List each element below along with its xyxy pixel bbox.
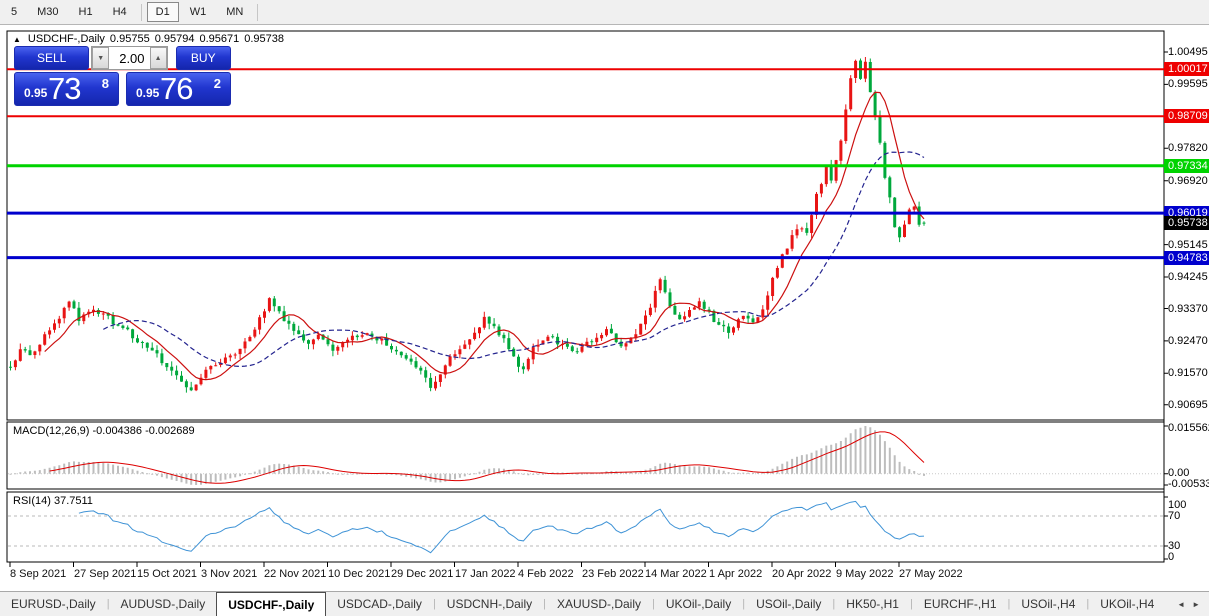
chart-tab-xauusd-daily[interactable]: XAUUSD-,Daily: [546, 592, 652, 616]
chart-tab-usdcad-daily[interactable]: USDCAD-,Daily: [326, 592, 433, 616]
bid-prefix: 0.95: [24, 86, 47, 100]
chart-tab-bar: EURUSD-,Daily|AUDUSD-,DailyUSDCHF-,Daily…: [0, 591, 1209, 616]
price-tick-label: 0.96920: [1168, 175, 1208, 187]
chart-tab-usoil-daily[interactable]: USOil-,Daily: [745, 592, 832, 616]
chart-tab-usdcnh-daily[interactable]: USDCNH-,Daily: [436, 592, 543, 616]
tab-scroll-left-icon[interactable]: ◄: [1177, 600, 1185, 609]
price-tick-label: 0.99595: [1168, 78, 1208, 90]
macd-scale-max: 0.015562: [1168, 422, 1209, 434]
date-tick-label: 27 May 2022: [899, 568, 963, 580]
volume-stepper: ▼ 2.00 ▲: [91, 46, 167, 70]
macd-indicator-label: MACD(12,26,9) -0.004386 -0.002689: [13, 425, 195, 437]
price-tick-label: 0.97820: [1168, 142, 1208, 154]
price-tick-label: 0.95145: [1168, 239, 1208, 251]
date-tick-label: 27 Sep 2021: [74, 568, 136, 580]
ohlc-high: 0.95794: [155, 33, 195, 45]
price-line-badge: 0.94783: [1164, 251, 1209, 265]
date-tick-label: 3 Nov 2021: [201, 568, 257, 580]
rsi-scale-label: 70: [1168, 510, 1180, 522]
date-tick-label: 10 Dec 2021: [328, 568, 390, 580]
price-tick-label: 1.00495: [1168, 46, 1208, 58]
bid-big-digits: 73: [48, 71, 80, 107]
bid-pip-digit: 8: [102, 76, 109, 91]
date-tick-label: 15 Oct 2021: [137, 568, 197, 580]
price-line-badge: 0.97334: [1164, 159, 1209, 173]
price-line-badge: 1.00017: [1164, 62, 1209, 76]
ask-big-digits: 76: [160, 71, 192, 107]
chart-tab-eurusd-daily[interactable]: EURUSD-,Daily: [0, 592, 107, 616]
date-tick-label: 23 Feb 2022: [582, 568, 644, 580]
rsi-scale-label: 0: [1168, 551, 1174, 563]
date-tick-label: 17 Jan 2022: [455, 568, 516, 580]
bid-quote[interactable]: 0.95 73 8: [14, 72, 119, 106]
date-tick-label: 4 Feb 2022: [518, 568, 574, 580]
chart-tab-usdchf-daily[interactable]: USDCHF-,Daily: [216, 592, 326, 616]
price-tick-label: 0.91570: [1168, 367, 1208, 379]
chart-tab-ukoil-daily[interactable]: UKOil-,Daily: [655, 592, 742, 616]
price-line-badge: 0.98709: [1164, 109, 1209, 123]
date-tick-label: 8 Sep 2021: [10, 568, 66, 580]
ohlc-low: 0.95671: [199, 33, 239, 45]
rsi-pane-border: [7, 492, 1164, 562]
chart-header: ▲ USDCHF-,Daily 0.95755 0.95794 0.95671 …: [13, 33, 284, 45]
date-tick-label: 14 Mar 2022: [645, 568, 707, 580]
buy-button[interactable]: BUY: [176, 46, 231, 70]
chart-tab-audusd-daily[interactable]: AUDUSD-,Daily: [110, 592, 217, 616]
ask-pip-digit: 2: [214, 76, 221, 91]
tab-scroll-nav: ◄►: [1168, 592, 1209, 616]
macd-scale-min: -0.005335: [1168, 478, 1209, 490]
chart-tab-eurchf-h1[interactable]: EURCHF-,H1: [913, 592, 1008, 616]
chart-tab-ukoil-h4[interactable]: UKOil-,H4: [1089, 592, 1165, 616]
chart-symbol-label: USDCHF-,Daily: [28, 33, 105, 45]
price-tick-label: 0.93370: [1168, 303, 1208, 315]
date-tick-label: 29 Dec 2021: [391, 568, 453, 580]
ask-quote[interactable]: 0.95 76 2: [126, 72, 231, 106]
date-tick-label: 9 May 2022: [836, 568, 893, 580]
one-click-trading-panel: SELL ▼ 2.00 ▲ BUY 0.95 73 8 0.95 76 2: [14, 46, 231, 106]
date-tick-label: 1 Apr 2022: [709, 568, 762, 580]
ohlc-open: 0.95755: [110, 33, 150, 45]
volume-input[interactable]: 2.00: [109, 47, 149, 69]
tab-scroll-right-icon[interactable]: ►: [1192, 600, 1200, 609]
chart-tab-hk50-h1[interactable]: HK50-,H1: [835, 592, 910, 616]
volume-increase-button[interactable]: ▲: [150, 47, 167, 69]
price-line-badge: 0.95738: [1164, 216, 1209, 230]
collapse-panel-icon[interactable]: ▲: [13, 35, 21, 44]
ohlc-close: 0.95738: [244, 33, 284, 45]
date-tick-label: 20 Apr 2022: [772, 568, 831, 580]
rsi-indicator-label: RSI(14) 37.7511: [13, 495, 93, 507]
ask-prefix: 0.95: [136, 86, 159, 100]
volume-decrease-button[interactable]: ▼: [92, 47, 109, 69]
price-tick-label: 0.90695: [1168, 399, 1208, 411]
chart-tab-usoil-h4[interactable]: USOil-,H4: [1010, 592, 1086, 616]
sell-button[interactable]: SELL: [14, 46, 89, 70]
price-tick-label: 0.92470: [1168, 335, 1208, 347]
date-tick-label: 22 Nov 2021: [264, 568, 326, 580]
price-tick-label: 0.94245: [1168, 271, 1208, 283]
